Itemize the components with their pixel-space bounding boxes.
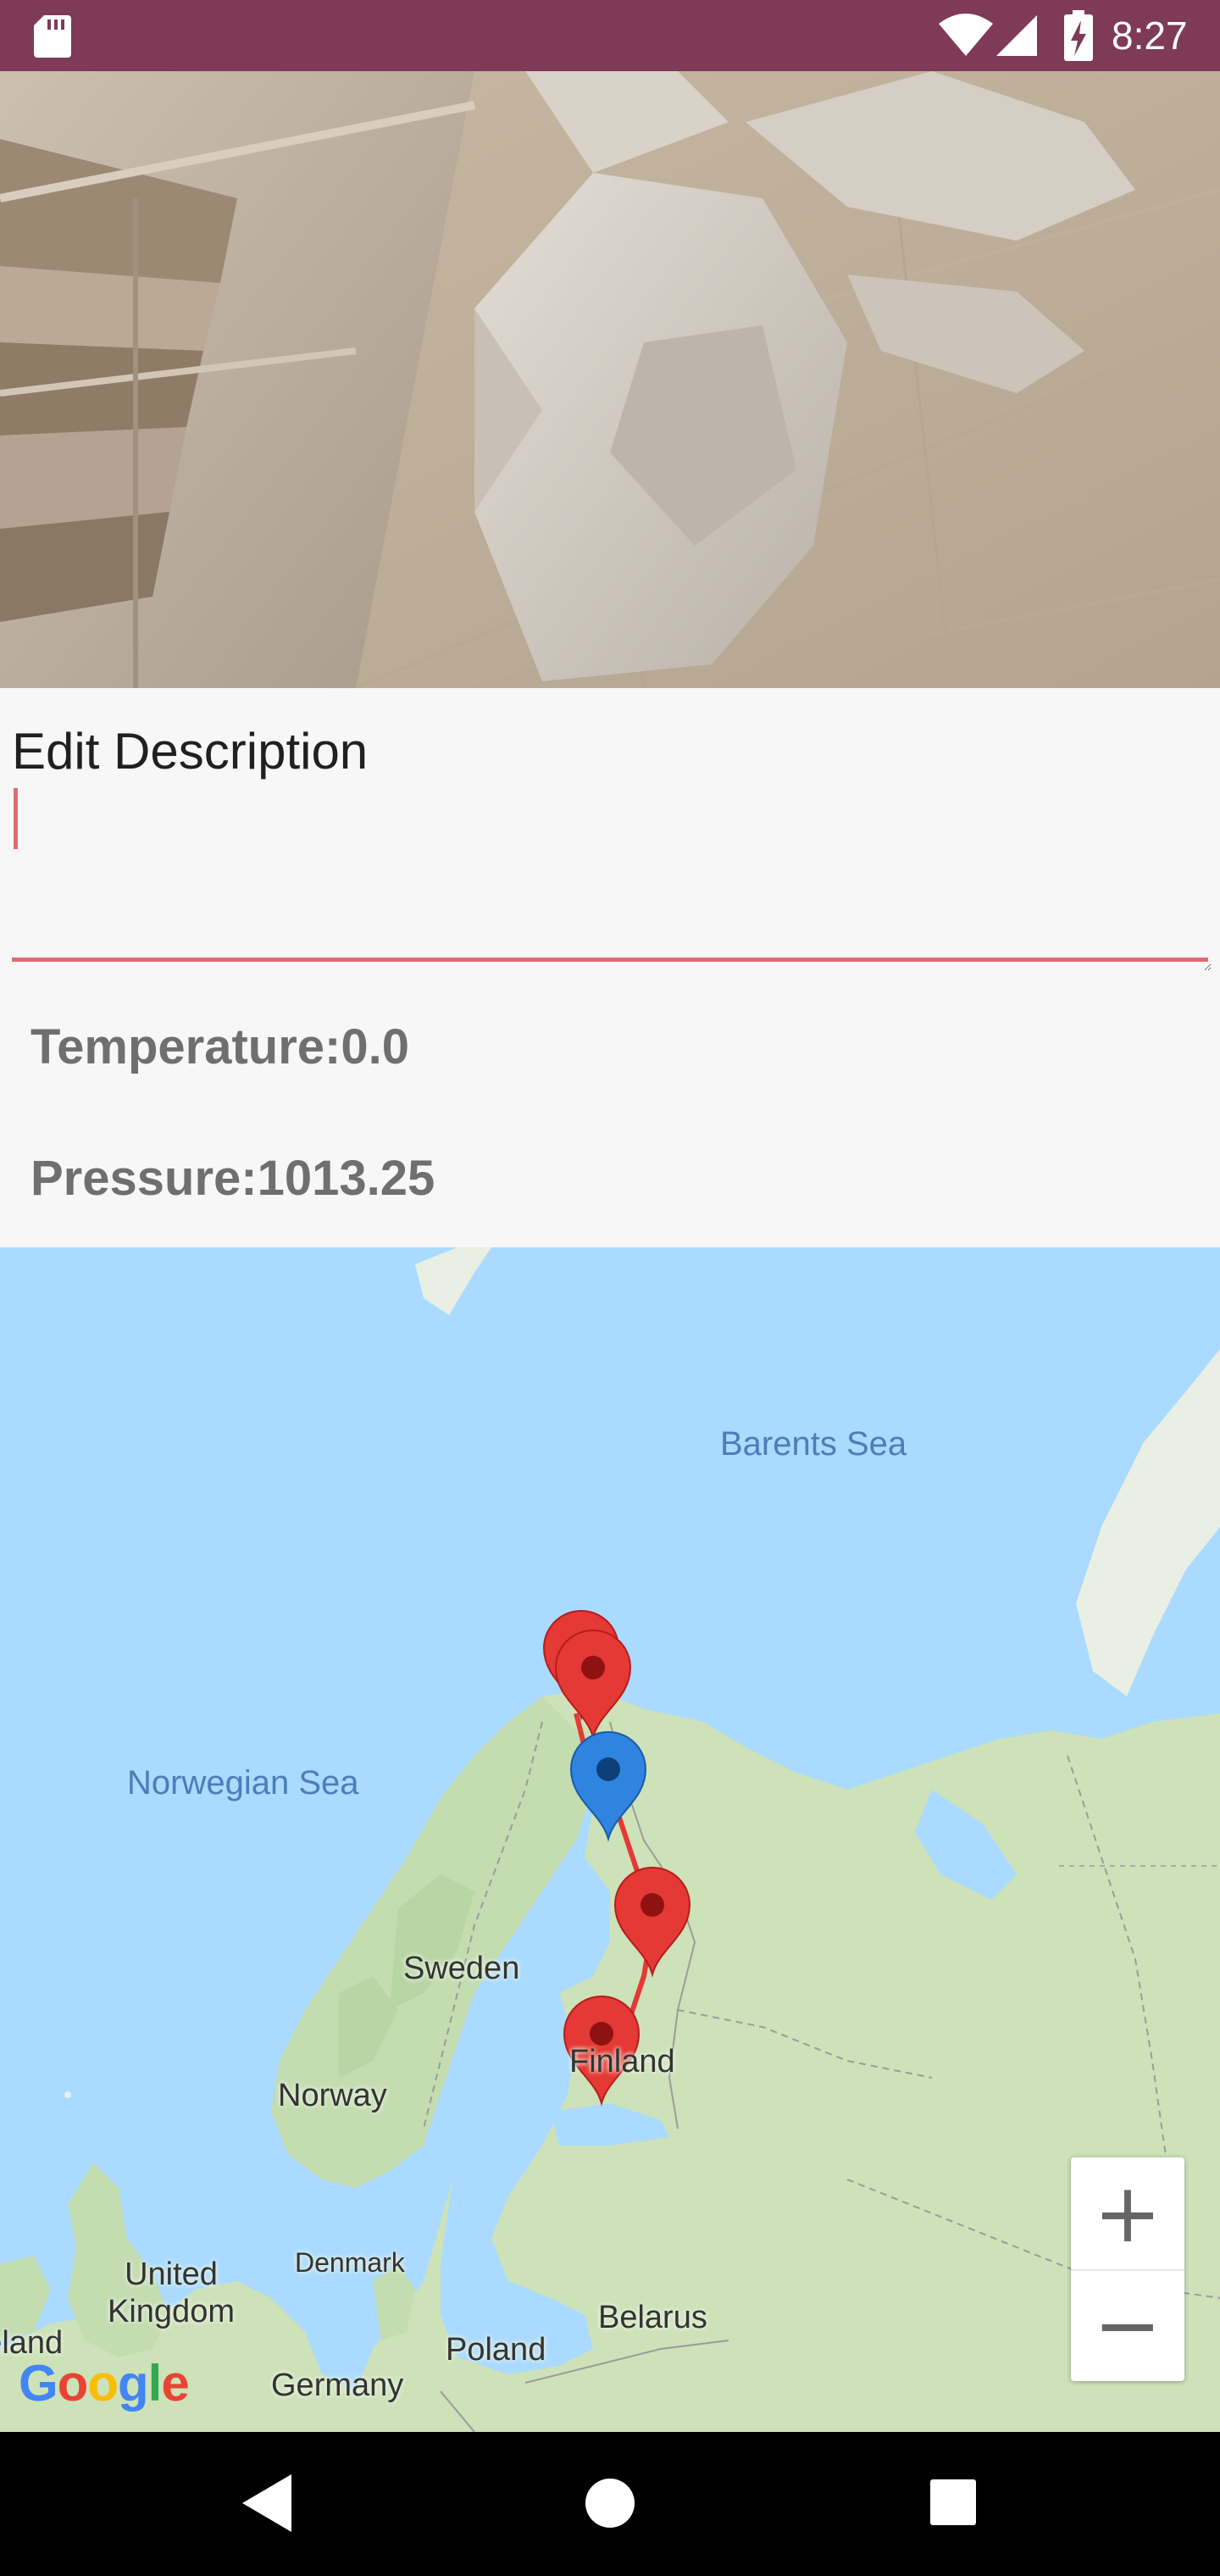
photo-image bbox=[0, 71, 1220, 688]
map-view[interactable]: Barents Sea Norwegian Sea Sweden Norway … bbox=[0, 1247, 1220, 2432]
home-icon[interactable] bbox=[585, 2478, 635, 2529]
navigation-bar bbox=[0, 2432, 1220, 2576]
back-icon[interactable] bbox=[242, 2474, 293, 2532]
input-underline bbox=[12, 958, 1208, 962]
label-norwegian-sea: Norwegian Sea bbox=[127, 1764, 359, 1802]
google-logo: Google bbox=[19, 2355, 190, 2412]
screen: 8:27 Edit Description Temperature:0.0 Pr… bbox=[0, 0, 1220, 2576]
status-bar: 8:27 bbox=[0, 0, 1220, 71]
battery-charging-icon bbox=[1064, 10, 1093, 61]
text-cursor bbox=[14, 788, 18, 849]
label-poland: Poland bbox=[446, 2332, 546, 2368]
zoom-in-button[interactable]: + bbox=[1071, 2157, 1184, 2271]
label-barents-sea: Barents Sea bbox=[720, 1425, 907, 1463]
label-norway: Norway bbox=[278, 2078, 387, 2113]
wifi-icon bbox=[939, 14, 993, 56]
cell-signal-icon bbox=[996, 15, 1037, 56]
sd-card-icon bbox=[34, 15, 71, 58]
label-finland: Finland bbox=[569, 2044, 675, 2079]
label-united-kingdom: United Kingdom bbox=[108, 2257, 235, 2329]
photo-preview[interactable] bbox=[0, 71, 1220, 688]
label-belarus: Belarus bbox=[598, 2300, 707, 2335]
description-form: Edit Description Temperature:0.0 Pressur… bbox=[0, 688, 1220, 1247]
label-denmark: Denmark bbox=[295, 2247, 405, 2278]
zoom-controls: + − bbox=[1071, 2157, 1184, 2381]
pressure-text: Pressure:1013.25 bbox=[30, 1151, 435, 1206]
map-canvas bbox=[0, 1247, 1220, 2432]
temperature-text: Temperature:0.0 bbox=[30, 1019, 409, 1074]
recents-icon[interactable] bbox=[930, 2479, 976, 2525]
description-label: Edit Description bbox=[12, 723, 369, 780]
status-clock: 8:27 bbox=[1112, 14, 1188, 58]
description-input[interactable] bbox=[12, 790, 1212, 971]
zoom-out-button[interactable]: − bbox=[1071, 2269, 1184, 2381]
label-germany: Germany bbox=[271, 2368, 404, 2403]
label-sweden: Sweden bbox=[403, 1951, 520, 1986]
